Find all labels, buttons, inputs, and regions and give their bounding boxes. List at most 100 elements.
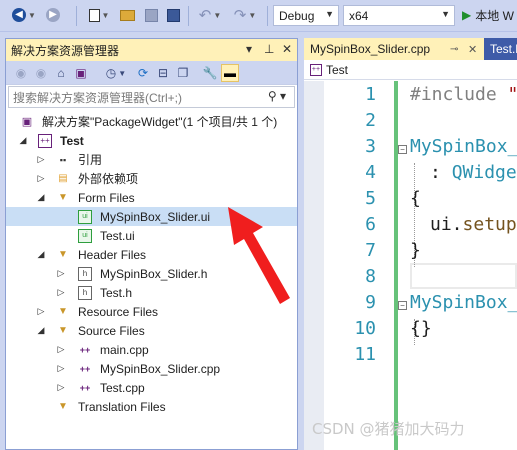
tree-translation-files-folder[interactable]: ▼ Translation Files: [6, 397, 297, 416]
filter-folder-icon: ▼: [58, 401, 68, 412]
solution-platform-select[interactable]: x64 ▼: [343, 5, 455, 26]
filter-folder-icon: ▼: [58, 249, 68, 260]
collapse-arrow-icon[interactable]: ▷: [56, 287, 66, 298]
run-target-label: 本地 W: [475, 8, 514, 23]
references-label: 引用: [78, 153, 103, 167]
collapse-region-icon[interactable]: −: [398, 145, 407, 154]
preprocessor-token: #include: [410, 84, 508, 105]
code-line-1: #include "M: [410, 84, 517, 105]
collapse-arrow-icon[interactable]: ▷: [56, 363, 66, 374]
navigation-scope-bar[interactable]: ++ Test: [304, 60, 517, 80]
expand-arrow-icon[interactable]: ◢: [18, 135, 28, 146]
expand-arrow-icon[interactable]: ◢: [36, 192, 46, 203]
line-number: 4: [365, 162, 376, 183]
sync-icon[interactable]: ⟳: [134, 64, 152, 82]
expand-arrow-icon[interactable]: ◢: [36, 325, 46, 336]
tab-test-h[interactable]: Test.h: [484, 38, 517, 60]
back-icon[interactable]: ◉: [12, 64, 30, 82]
tree-source-file-myspinbox-cpp[interactable]: ▷ ++ MySpinBox_Slider.cpp: [6, 359, 297, 378]
chevron-down-icon: ▼: [248, 10, 257, 20]
window-position-dropdown-icon[interactable]: ▾: [246, 42, 252, 56]
close-tab-icon[interactable]: ✕: [468, 43, 477, 56]
collapse-all-icon[interactable]: ⊟: [154, 64, 172, 82]
code-line-3: MySpinBox_: [410, 136, 517, 157]
forward-icon[interactable]: ◉: [32, 64, 50, 82]
collapse-arrow-icon[interactable]: ▷: [56, 344, 66, 355]
qt-ui-file-icon: ui: [78, 228, 92, 243]
watermark-text: CSDN @猪猪加大码力: [312, 420, 465, 438]
solution-tree: ▣ 解决方案"PackageWidget"(1 个项目/共 1 个) ◢ ++ …: [6, 108, 297, 448]
expand-arrow-icon[interactable]: ◢: [36, 249, 46, 260]
undo-icon: ↶: [198, 7, 212, 24]
tree-form-file-myspinbox-ui[interactable]: ui MySpinBox_Slider.ui: [6, 207, 297, 226]
form-file-label: Test.ui: [100, 228, 135, 243]
main-toolbar: ◀ ▼ ▶ ▼ ↶ ▼ ↷ ▼ Debug ▼ x64 ▼ ▶ 本地 W: [0, 0, 517, 32]
pending-changes-filter-icon[interactable]: ◷ ▼: [102, 64, 130, 82]
tree-external-deps-node[interactable]: ▷ ▤ 外部依赖项: [6, 169, 297, 188]
identifier-token: ui.: [430, 214, 463, 235]
properties-wrench-icon[interactable]: 🔧: [201, 64, 219, 82]
new-project-button[interactable]: ▼: [84, 5, 114, 25]
pin-tab-icon[interactable]: ⊸: [450, 44, 458, 55]
tab-myspinbox-cpp[interactable]: MySpinBox_Slider.cpp ⊸ ✕: [304, 38, 484, 60]
solution-configuration-select[interactable]: Debug ▼: [273, 5, 339, 26]
configuration-value: Debug: [279, 8, 315, 23]
cpp-file-icon: ++: [79, 382, 91, 393]
close-icon[interactable]: ✕: [282, 42, 292, 56]
tree-solution-node[interactable]: ▣ 解决方案"PackageWidget"(1 个项目/共 1 个): [6, 112, 297, 131]
line-number: 10: [354, 318, 376, 339]
header-file-label: MySpinBox_Slider.h: [100, 266, 208, 281]
punctuation-token: :: [430, 162, 452, 183]
translation-files-label: Translation Files: [78, 399, 166, 414]
project-scope-icon: ++: [310, 63, 322, 76]
tree-header-files-folder[interactable]: ◢ ▼ Header Files: [6, 245, 297, 264]
switch-views-icon[interactable]: ▣: [72, 64, 90, 82]
tree-source-files-folder[interactable]: ◢ ▼ Source Files: [6, 321, 297, 340]
search-placeholder: 搜索解决方案资源管理器(Ctrl+;): [13, 90, 182, 105]
collapse-arrow-icon[interactable]: ▷: [36, 173, 46, 184]
show-all-files-icon[interactable]: ❐: [174, 64, 192, 82]
toolbar-divider: [267, 6, 268, 26]
code-editor: MySpinBox_Slider.cpp ⊸ ✕ Test.h ++ Test …: [304, 38, 517, 450]
tree-form-files-folder[interactable]: ◢ ▼ Form Files: [6, 188, 297, 207]
form-file-label: MySpinBox_Slider.ui: [100, 209, 211, 224]
toolbar-divider: [188, 6, 189, 26]
save-button[interactable]: [142, 5, 160, 25]
collapse-arrow-icon[interactable]: ▷: [56, 382, 66, 393]
chevron-down-icon: ▼: [213, 10, 222, 20]
undo-button[interactable]: ↶ ▼: [195, 5, 225, 25]
collapse-arrow-icon[interactable]: ▷: [36, 306, 46, 317]
tree-references-node[interactable]: ▷ ▪▪ 引用: [6, 150, 297, 169]
open-file-button[interactable]: [118, 5, 136, 25]
navigate-forward-button[interactable]: ▶: [42, 5, 64, 25]
tree-project-node[interactable]: ◢ ++ Test: [6, 131, 297, 150]
tree-source-file-main-cpp[interactable]: ▷ ++ main.cpp: [6, 340, 297, 359]
source-files-label: Source Files: [78, 323, 145, 338]
tree-header-file-test-h[interactable]: ▷ h Test.h: [6, 283, 297, 302]
collapse-region-icon[interactable]: −: [398, 301, 407, 310]
pin-icon[interactable]: ⊥: [264, 42, 274, 56]
navigate-back-button[interactable]: ◀ ▼: [8, 5, 40, 25]
method-token: setupU: [462, 214, 517, 235]
play-icon: ▶: [462, 8, 472, 22]
tree-source-file-test-cpp[interactable]: ▷ ++ Test.cpp: [6, 378, 297, 397]
chevron-down-icon: ▼: [325, 9, 334, 19]
home-icon[interactable]: ⌂: [52, 64, 70, 82]
tree-header-file-myspinbox-h[interactable]: ▷ h MySpinBox_Slider.h: [6, 264, 297, 283]
project-label: Test: [60, 133, 84, 148]
solution-search-input[interactable]: 搜索解决方案资源管理器(Ctrl+;) ⚲ ▾: [8, 86, 295, 108]
preview-selected-items-icon[interactable]: ▬: [221, 64, 239, 82]
start-debugging-button[interactable]: ▶ 本地 W: [462, 5, 517, 25]
external-deps-icon: ▤: [58, 173, 68, 184]
save-all-button[interactable]: [164, 5, 182, 25]
source-file-label: Test.cpp: [100, 380, 145, 395]
redo-button[interactable]: ↷ ▼: [230, 5, 260, 25]
code-area[interactable]: 1 2 3 4 5 6 7 8 9 10 11 − − #include "M …: [304, 81, 517, 450]
code-line-5: {: [410, 188, 421, 209]
collapse-arrow-icon[interactable]: ▷: [56, 268, 66, 279]
current-line-highlight: [410, 263, 517, 289]
tree-form-file-test-ui[interactable]: ui Test.ui: [6, 226, 297, 245]
tree-resource-files-folder[interactable]: ▷ ▼ Resource Files: [6, 302, 297, 321]
collapse-arrow-icon[interactable]: ▷: [36, 154, 46, 165]
header-file-icon: h: [78, 266, 92, 281]
